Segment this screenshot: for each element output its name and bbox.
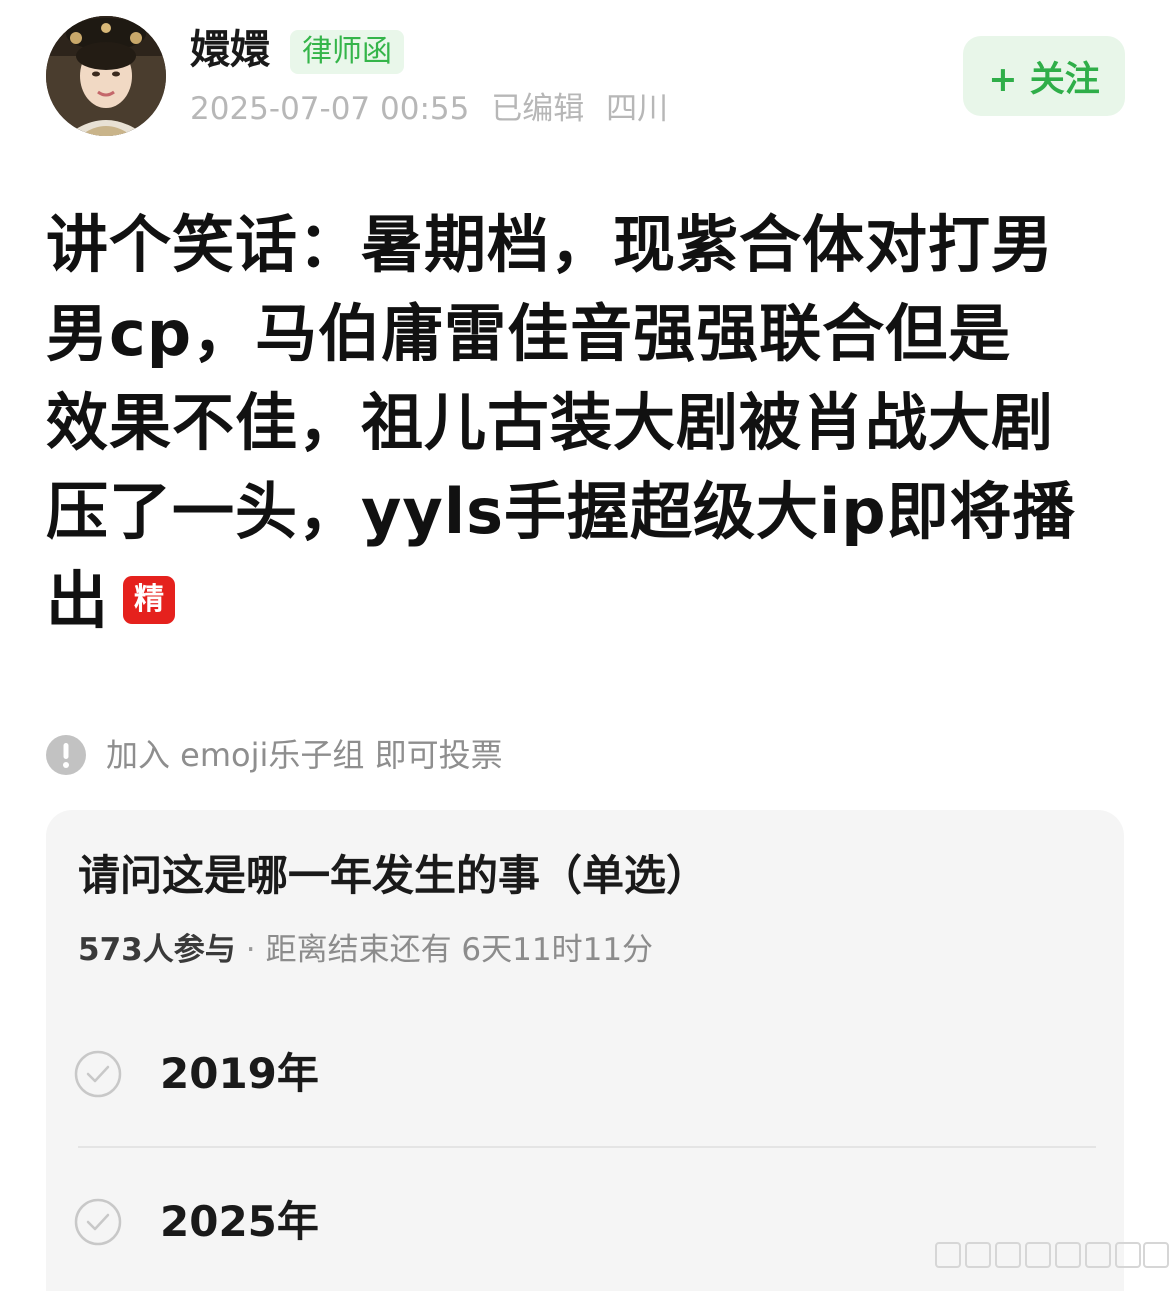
post-meta: 2025-07-07 00:55 已编辑 四川 xyxy=(190,88,680,130)
vote-notice-text: 加入 emoji乐子组 即可投票 xyxy=(106,736,503,774)
poll-stats: 573人参与 · 距离结束还有 6天11时11分 xyxy=(78,928,653,972)
post-line-text: 出 xyxy=(46,564,110,637)
post-header: 嬛嬛 律师函 2025-07-07 00:55 已编辑 四川 + 关注 xyxy=(0,0,1170,150)
featured-badge: 精 xyxy=(123,575,176,624)
location-label: 四川 xyxy=(606,91,669,127)
avatar[interactable] xyxy=(46,16,166,136)
post-line: 效果不佳，祖儿古装大剧被肖战大剧 xyxy=(46,386,1055,459)
post-content: 讲个笑话：暑期档，现紫合体对打男 男cp，马伯庸雷佳音强强联合但是 效果不佳，祖… xyxy=(46,200,1126,645)
follow-button[interactable]: + 关注 xyxy=(963,36,1125,116)
divider xyxy=(78,1146,1096,1148)
vote-notice[interactable]: 加入 emoji乐子组 即可投票 xyxy=(46,732,503,778)
post-line: 压了一头，yyls手握超级大ip即将播 xyxy=(46,475,1076,548)
exclamation-circle-icon xyxy=(46,735,86,775)
edited-label: 已编辑 xyxy=(491,91,585,127)
poll-card: 请问这是哪一年发生的事（单选） 573人参与 · 距离结束还有 6天11时11分 2… xyxy=(46,810,1124,1291)
timestamp: 2025-07-07 00:55 xyxy=(190,91,470,127)
poll-deadline: 距离结束还有 6天11时11分 xyxy=(265,932,654,968)
check-circle-icon xyxy=(74,1050,122,1098)
post-line-last: 出精 xyxy=(46,556,1126,645)
poll-question: 请问这是哪一年发生的事（单选） xyxy=(78,851,709,900)
post-line: 男cp，马伯庸雷佳音强强联合但是 xyxy=(46,297,1012,370)
poll-option-label: 2019年 xyxy=(160,1049,319,1098)
poll-option[interactable]: 2019年 xyxy=(46,1014,1124,1134)
post-line: 讲个笑话：暑期档，现紫合体对打男 xyxy=(46,208,1055,281)
participant-count: 573人参与 xyxy=(78,932,236,968)
username[interactable]: 嬛嬛 xyxy=(190,26,270,74)
user-badge[interactable]: 律师函 xyxy=(290,30,404,74)
watermark-graphic xyxy=(935,1242,1169,1268)
check-circle-icon xyxy=(74,1198,122,1246)
separator-dot: · xyxy=(245,932,256,968)
poll-option-label: 2025年 xyxy=(160,1197,319,1246)
